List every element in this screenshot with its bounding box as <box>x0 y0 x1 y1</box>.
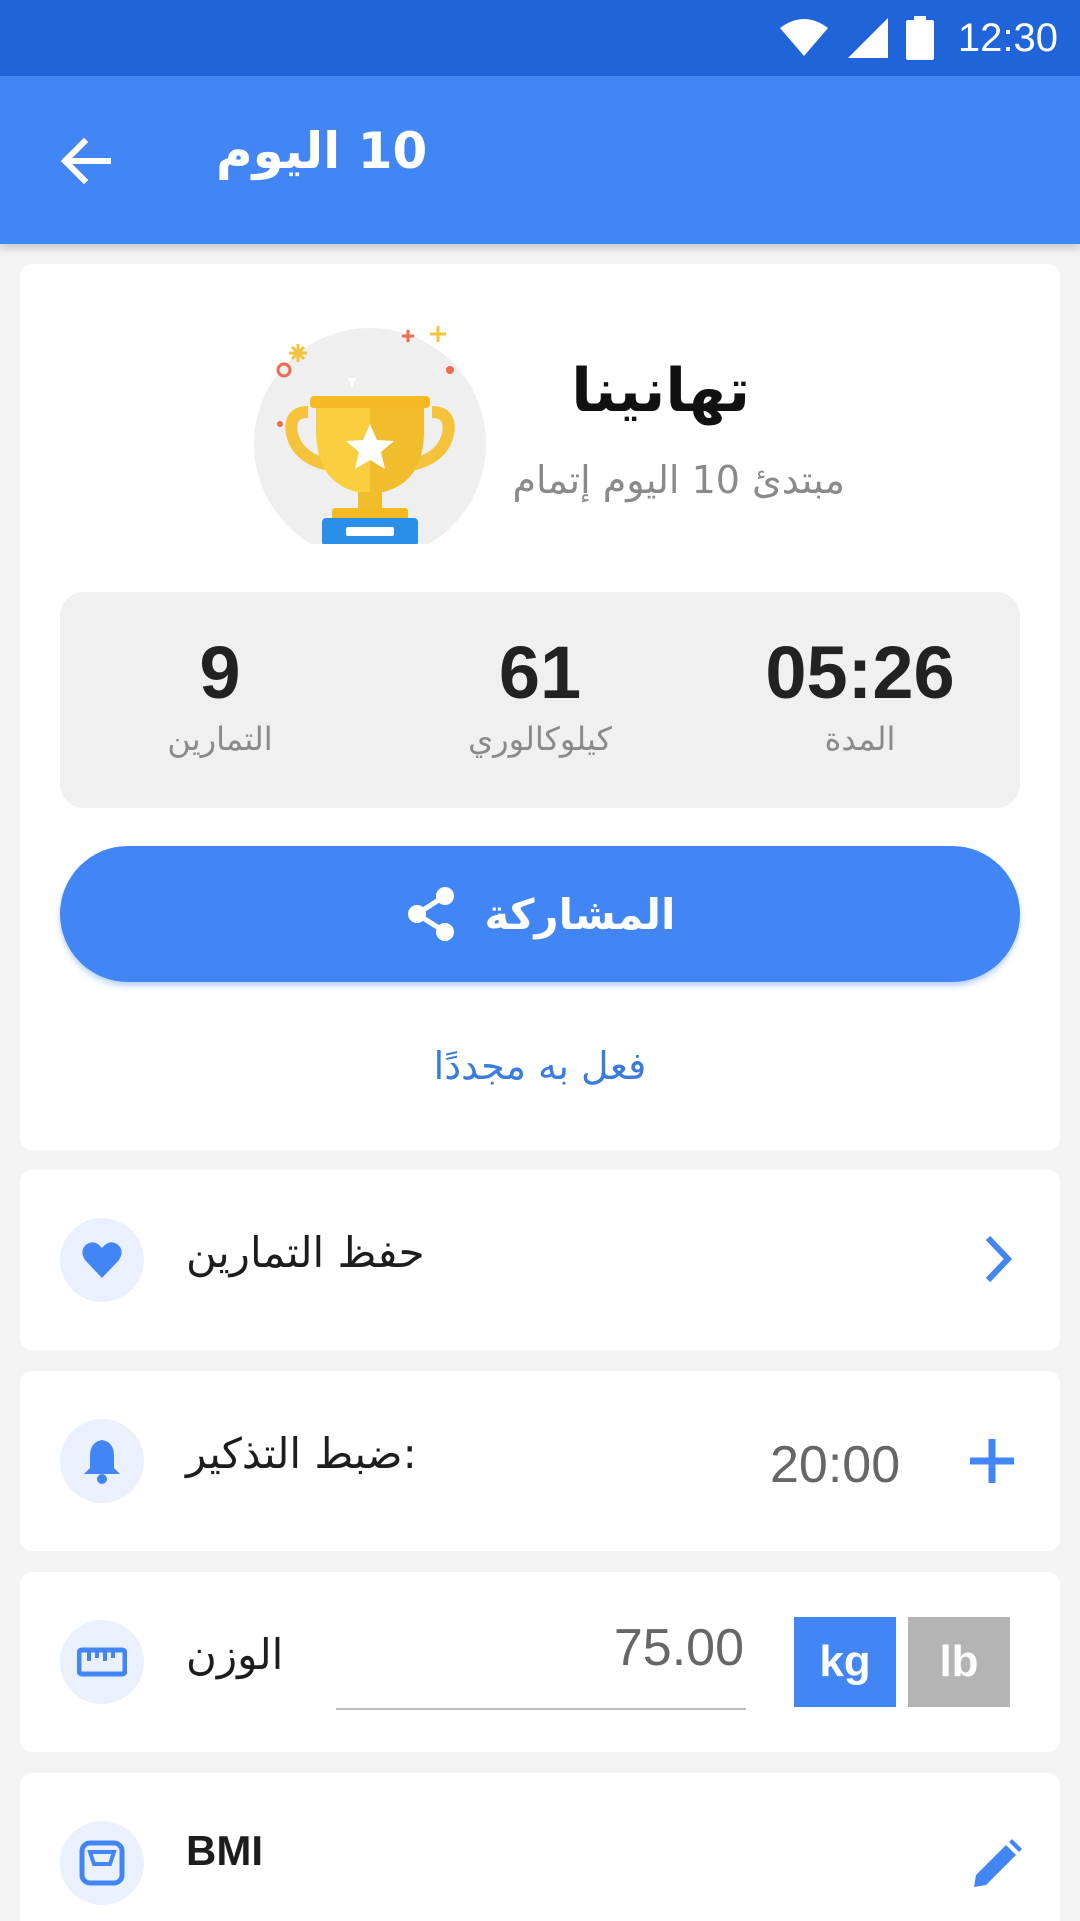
weight-label: الوزن <box>186 1630 284 1679</box>
weight-input-underline <box>336 1708 746 1710</box>
status-bar: 12:30 <box>0 0 1080 76</box>
reminder-row: ضبط التذكير: 20:00 <box>20 1371 1060 1551</box>
bell-icon-circle <box>60 1419 144 1503</box>
congrats-title: تهانينا <box>571 356 750 426</box>
do-again-link[interactable]: فعل به مجددًا <box>20 1044 1060 1088</box>
bmi-label: BMI <box>186 1827 263 1874</box>
trophy-icon <box>254 326 486 544</box>
weight-input[interactable]: 75.00 <box>336 1618 746 1678</box>
share-label: المشاركة <box>484 889 676 939</box>
ruler-icon-circle <box>60 1620 144 1704</box>
save-workout-label: حفظ التمارين <box>186 1228 425 1277</box>
completion-subtitle: مبتدئ 10 اليوم إتمام <box>512 458 845 502</box>
page-title: 10 اليوم <box>216 122 428 180</box>
scale-icon-circle <box>60 1821 144 1905</box>
wifi-icon <box>779 19 828 56</box>
reminder-time[interactable]: 20:00 <box>770 1435 900 1495</box>
edit-icon[interactable] <box>968 1837 1024 1893</box>
signal-icon <box>847 18 888 58</box>
add-reminder-icon[interactable] <box>968 1437 1016 1485</box>
unit-kg-toggle[interactable]: kg <box>794 1617 896 1707</box>
stat-value: 05:26 <box>765 631 955 714</box>
weight-row: الوزن 75.00 kg lb <box>20 1572 1060 1752</box>
stat-calories: 61 كيلوكالوري <box>380 631 700 759</box>
stats-panel: 9 التمارين 61 كيلوكالوري 05:26 المدة <box>60 592 1020 808</box>
stat-label: كيلوكالوري <box>468 720 612 758</box>
reminder-label: ضبط التذكير: <box>186 1429 417 1478</box>
stat-value: 61 <box>498 631 582 714</box>
share-button[interactable]: المشاركة <box>60 846 1020 982</box>
stat-label: المدة <box>824 720 896 758</box>
battery-icon <box>905 16 934 60</box>
stat-value: 9 <box>199 631 241 714</box>
save-workout-row[interactable]: حفظ التمارين <box>20 1170 1060 1350</box>
heart-icon <box>82 1242 122 1278</box>
arrow-back-icon[interactable] <box>58 134 112 188</box>
heart-icon-circle <box>60 1218 144 1302</box>
result-card: تهانينا مبتدئ 10 اليوم إتمام 9 التمارين … <box>20 264 1060 1150</box>
stat-exercises: 9 التمارين <box>60 631 380 759</box>
bell-icon <box>84 1440 120 1484</box>
unit-lb-toggle[interactable]: lb <box>908 1617 1010 1707</box>
stat-label: التمارين <box>167 720 273 758</box>
chevron-right-icon[interactable] <box>970 1232 1024 1286</box>
scale-icon <box>79 1840 125 1886</box>
share-icon <box>407 887 454 941</box>
status-time: 12:30 <box>957 15 1058 60</box>
stat-duration: 05:26 المدة <box>700 631 1020 759</box>
app-bar: 10 اليوم <box>0 76 1080 244</box>
bmi-row: BMI <box>20 1773 1060 1921</box>
ruler-icon <box>77 1647 127 1677</box>
